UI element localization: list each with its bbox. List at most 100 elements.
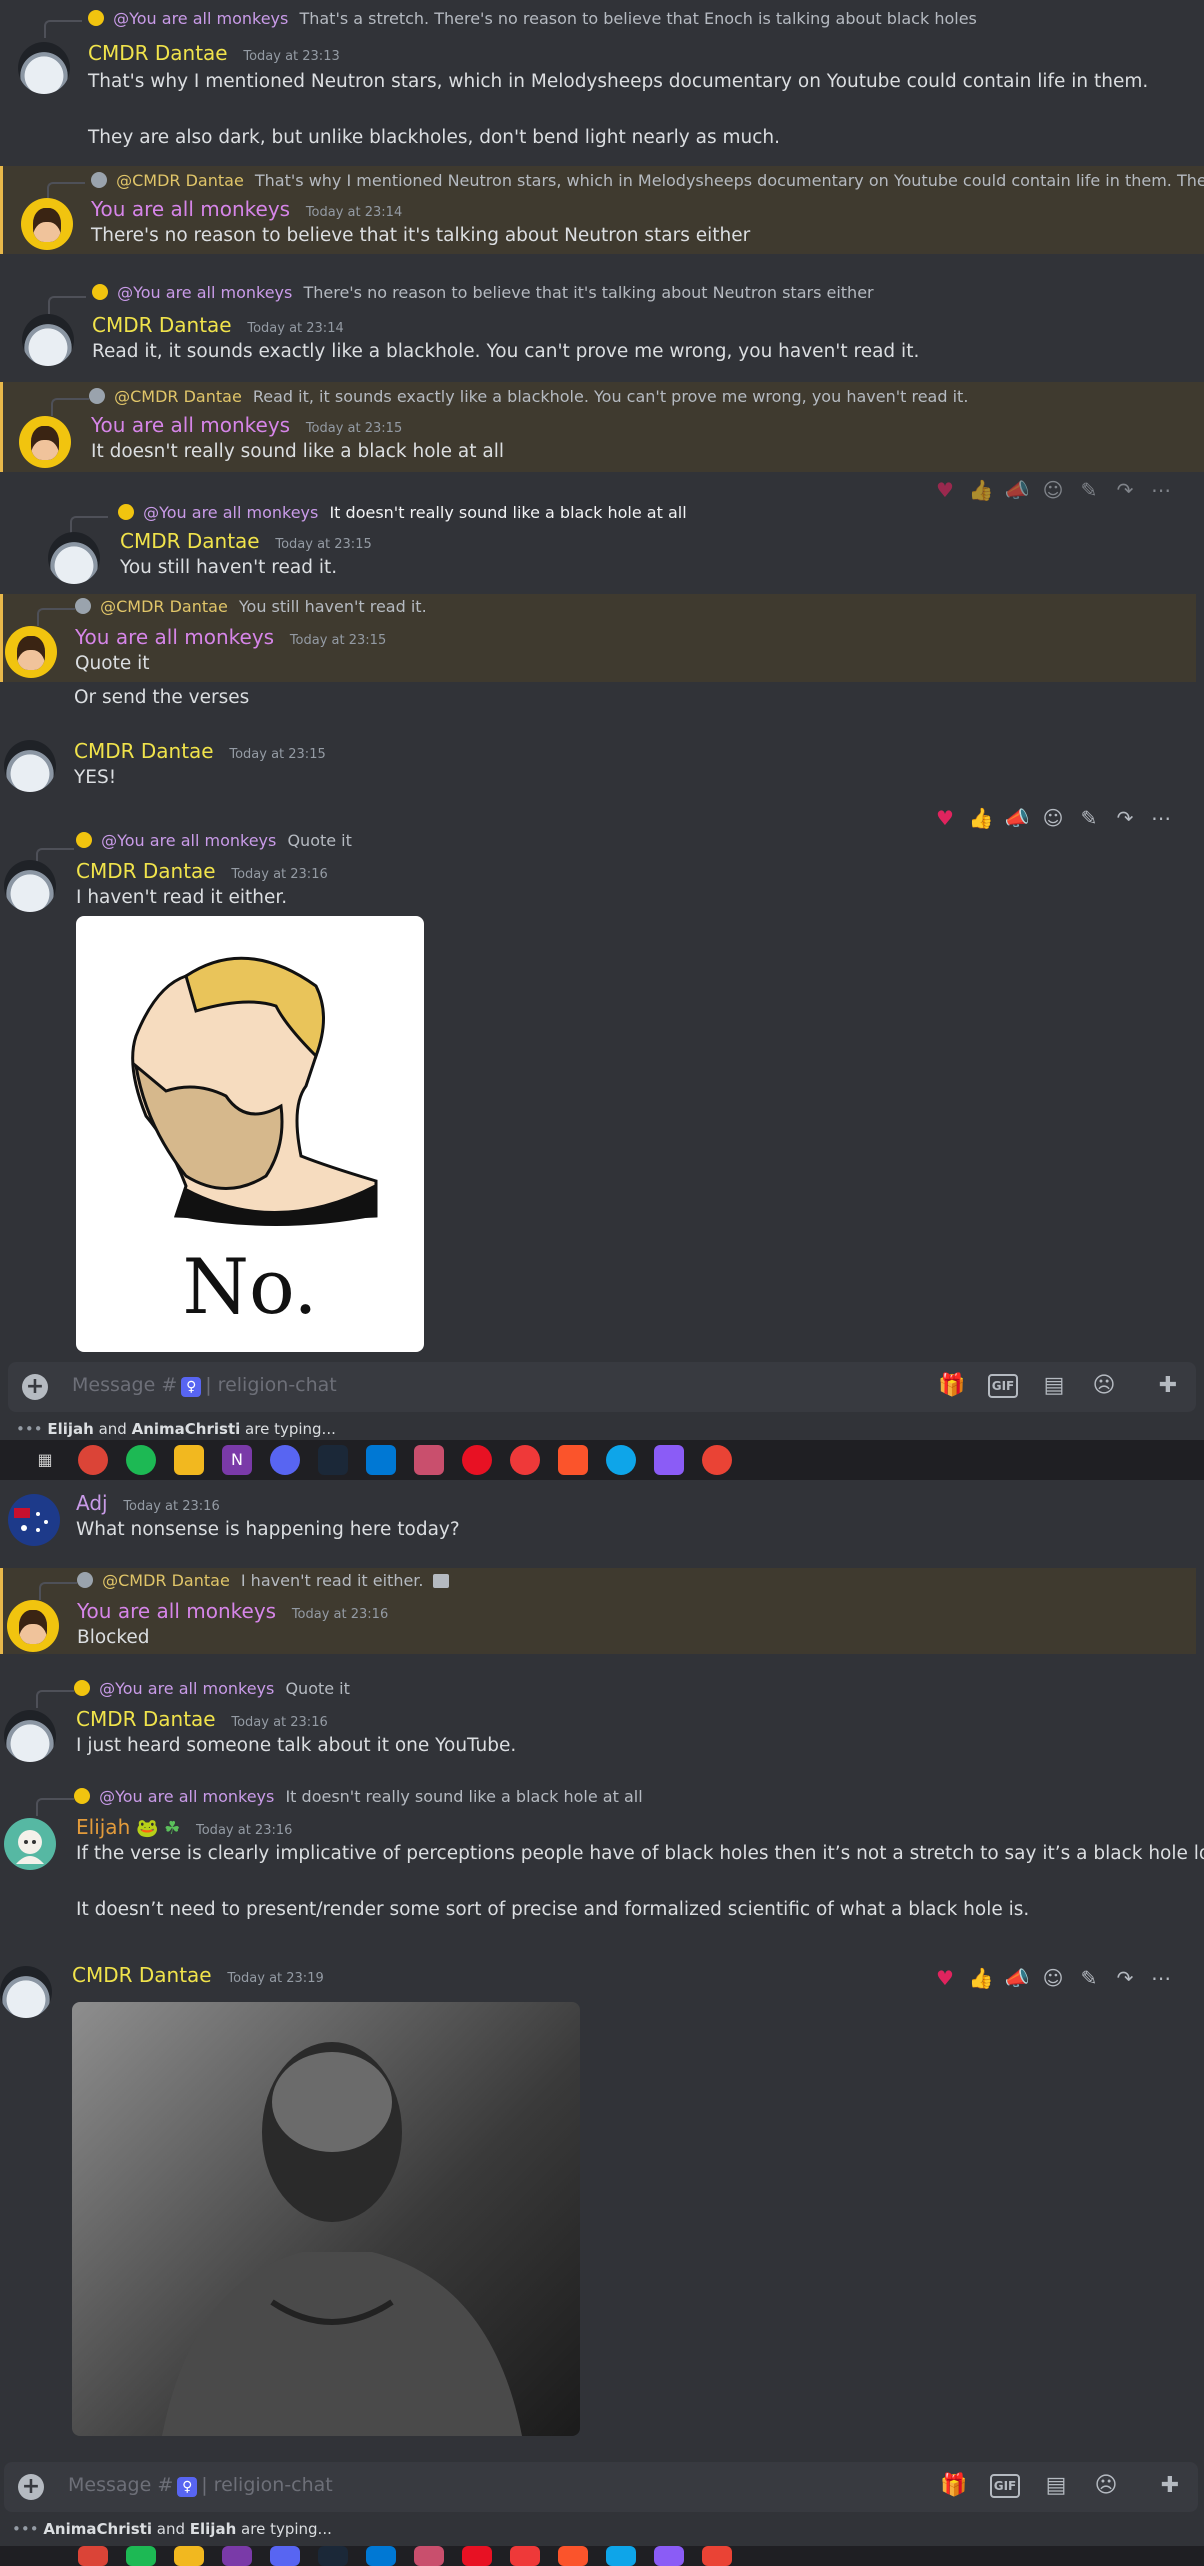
apps-icon[interactable]: ✚	[1156, 2472, 1184, 2500]
author-name[interactable]: You are all monkeys	[77, 1599, 276, 1623]
gift-icon[interactable]: 🎁	[938, 1372, 966, 1400]
store-icon[interactable]	[366, 1445, 396, 1475]
brave-icon[interactable]	[558, 1445, 588, 1475]
app-icon[interactable]	[414, 2546, 444, 2566]
author-name[interactable]: CMDR Dantae	[76, 1707, 216, 1731]
message-composer[interactable]: + Message # ♀ | religion-chat 🎁 GIF ▤ ☹ ✚	[4, 2462, 1198, 2512]
meme-image-no[interactable]: No.	[76, 916, 424, 1352]
reply-author[interactable]: @You are all monkeys	[101, 831, 276, 850]
reply-text[interactable]: Quote it	[285, 1679, 349, 1698]
record-icon[interactable]	[462, 1445, 492, 1475]
reply-preview[interactable]: @CMDR Dantae That's why I mentioned Neut…	[91, 170, 1204, 192]
app-icon[interactable]	[414, 1445, 444, 1475]
reply-preview[interactable]: @You are all monkeys There's no reason t…	[92, 282, 874, 304]
author-name[interactable]: CMDR Dantae	[74, 739, 214, 763]
author-name[interactable]: CMDR Dantae	[88, 41, 228, 65]
megaphone-reaction-icon[interactable]: 📣	[1004, 806, 1030, 830]
message-composer[interactable]: + Message # ♀ | religion-chat 🎁 GIF ▤ ☹ ✚	[8, 1362, 1196, 1412]
edit-icon[interactable]: ✎	[1076, 806, 1102, 830]
avatar-cmdr[interactable]	[0, 1966, 52, 2018]
reply-text[interactable]: You still haven't read it.	[239, 597, 427, 616]
more-icon[interactable]: ⋯	[1148, 806, 1174, 830]
edge-icon[interactable]	[606, 2546, 636, 2566]
reply-preview[interactable]: @You are all monkeys Quote it	[76, 830, 352, 852]
emoji-icon[interactable]: ☹	[1090, 1372, 1118, 1400]
author-name[interactable]: CMDR Dantae	[72, 1963, 212, 1987]
chrome-icon[interactable]	[78, 2546, 108, 2566]
task-view-icon[interactable]	[30, 2546, 60, 2566]
reply-text[interactable]: That's why I mentioned Neutron stars, wh…	[255, 171, 1204, 190]
steam-icon[interactable]	[318, 1445, 348, 1475]
steam-icon[interactable]	[318, 2546, 348, 2566]
forward-icon[interactable]: ↷	[1112, 806, 1138, 830]
avatar-monkeys[interactable]	[7, 1600, 59, 1652]
vivaldi-icon[interactable]	[510, 1445, 540, 1475]
discord-icon[interactable]	[270, 1445, 300, 1475]
reply-preview[interactable]: @CMDR Dantae Read it, it sounds exactly …	[89, 386, 968, 408]
discord-icon[interactable]	[270, 2546, 300, 2566]
copilot-icon[interactable]	[654, 1445, 684, 1475]
author-name[interactable]: CMDR Dantae	[76, 859, 216, 883]
avatar-monkeys[interactable]	[5, 626, 57, 678]
reply-author[interactable]: @CMDR Dantae	[116, 171, 244, 190]
reply-author[interactable]: @You are all monkeys	[117, 283, 292, 302]
file-explorer-icon[interactable]	[174, 2546, 204, 2566]
avatar-cmdr[interactable]	[4, 860, 56, 912]
chrome-alt-icon[interactable]	[702, 1445, 732, 1475]
gigachad-image[interactable]	[72, 2002, 580, 2436]
reply-preview[interactable]: @You are all monkeys Quote it	[74, 1678, 350, 1700]
record-icon[interactable]	[462, 2546, 492, 2566]
reply-preview[interactable]: @You are all monkeys That's a stretch. T…	[88, 8, 977, 30]
reply-text[interactable]: There's no reason to believe that it's t…	[303, 283, 873, 302]
plus-icon[interactable]: +	[18, 2474, 44, 2500]
chrome-alt-icon[interactable]	[702, 2546, 732, 2566]
spotify-icon[interactable]	[126, 2546, 156, 2566]
store-icon[interactable]	[366, 2546, 396, 2566]
reply-author[interactable]: @You are all monkeys	[143, 503, 318, 522]
onenote-icon[interactable]	[222, 2546, 252, 2566]
reply-preview[interactable]: @You are all monkeys It doesn't really s…	[118, 502, 687, 524]
edge-icon[interactable]	[606, 1445, 636, 1475]
reply-preview[interactable]: @You are all monkeys It doesn't really s…	[74, 1786, 643, 1808]
reply-text[interactable]: Read it, it sounds exactly like a blackh…	[253, 387, 969, 406]
avatar-elijah[interactable]	[4, 1818, 56, 1870]
spotify-icon[interactable]	[126, 1445, 156, 1475]
thumbs-up-reaction-icon[interactable]: 👍	[968, 806, 994, 830]
add-reaction-icon[interactable]: ☺	[1040, 806, 1066, 830]
brave-icon[interactable]	[558, 2546, 588, 2566]
task-view-icon[interactable]: ▦	[30, 1445, 60, 1475]
author-name[interactable]: Adj	[76, 1491, 108, 1515]
reply-author[interactable]: @You are all monkeys	[113, 9, 288, 28]
gift-icon[interactable]: 🎁	[940, 2472, 968, 2500]
author-name[interactable]: You are all monkeys	[75, 625, 274, 649]
avatar-cmdr[interactable]	[22, 314, 74, 366]
heart-reaction-icon[interactable]: ♥	[932, 806, 958, 830]
author-name[interactable]: You are all monkeys	[91, 197, 290, 221]
avatar-cmdr[interactable]	[18, 42, 70, 94]
chrome-icon[interactable]	[78, 1445, 108, 1475]
reply-text[interactable]: It doesn't really sound like a black hol…	[329, 503, 686, 522]
emoji-icon[interactable]: ☹	[1092, 2472, 1120, 2500]
reply-text[interactable]: I haven't read it either.	[241, 1571, 424, 1590]
reply-text[interactable]: Quote it	[287, 831, 351, 850]
plus-icon[interactable]: +	[22, 1374, 48, 1400]
avatar-cmdr[interactable]	[4, 1710, 56, 1762]
avatar-adj[interactable]	[8, 1494, 60, 1546]
avatar-cmdr[interactable]	[4, 740, 56, 792]
reply-preview[interactable]: @CMDR Dantae I haven't read it either.	[77, 1570, 449, 1592]
reply-text[interactable]: It doesn't really sound like a black hol…	[285, 1787, 642, 1806]
reply-preview[interactable]: @CMDR Dantae You still haven't read it.	[75, 596, 427, 618]
file-explorer-icon[interactable]	[174, 1445, 204, 1475]
copilot-icon[interactable]	[654, 2546, 684, 2566]
reply-author[interactable]: @You are all monkeys	[99, 1787, 274, 1806]
author-name[interactable]: Elijah	[76, 1815, 130, 1839]
avatar-monkeys[interactable]	[19, 416, 71, 468]
reply-author[interactable]: @CMDR Dantae	[102, 1571, 230, 1590]
apps-icon[interactable]: ✚	[1154, 1372, 1182, 1400]
onenote-icon[interactable]: N	[222, 1445, 252, 1475]
author-name[interactable]: You are all monkeys	[91, 413, 290, 437]
author-name[interactable]: CMDR Dantae	[92, 313, 232, 337]
vivaldi-icon[interactable]	[510, 2546, 540, 2566]
avatar-cmdr[interactable]	[48, 532, 100, 584]
reply-author[interactable]: @CMDR Dantae	[114, 387, 242, 406]
